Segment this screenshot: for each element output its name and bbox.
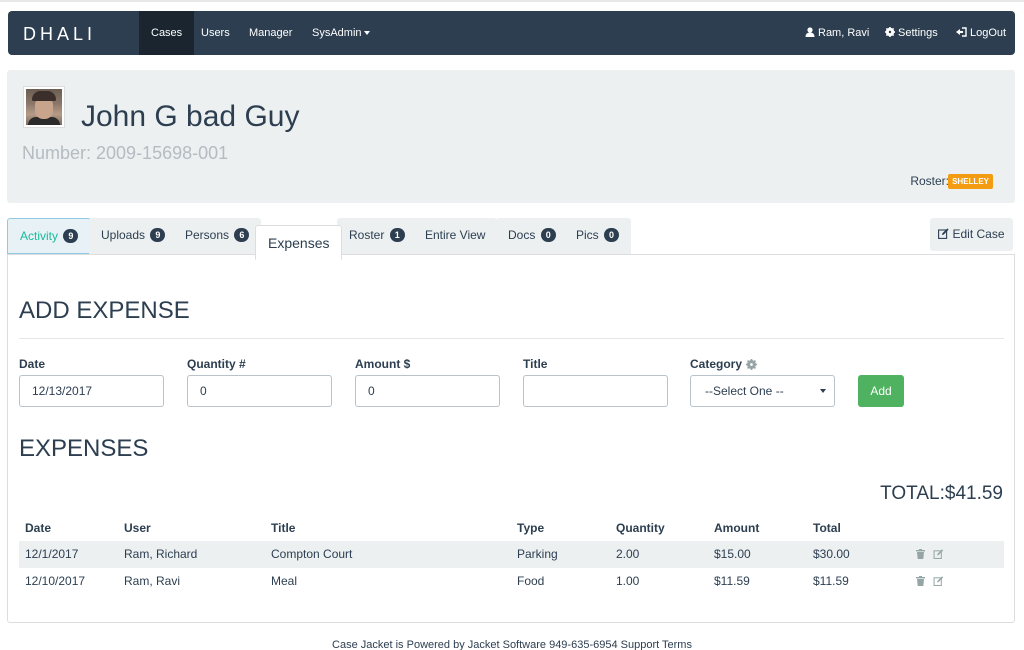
row-date: 12/1/2017: [25, 547, 79, 561]
tab-docs-badge: 0: [540, 228, 556, 242]
trash-icon[interactable]: [916, 549, 925, 559]
amount-label: Amount $: [355, 357, 411, 371]
nav-logout-label: LogOut: [970, 27, 1007, 39]
chevron-down-icon: [363, 31, 370, 36]
edit-icon[interactable]: [933, 549, 944, 559]
row-quantity: 2.00: [616, 547, 640, 561]
trash-icon[interactable]: [916, 576, 925, 586]
row-amount: $11.59: [714, 574, 750, 588]
col-quantity[interactable]: Quantity: [616, 521, 665, 535]
top-border: [0, 0, 1024, 2]
nav-manager[interactable]: Manager: [237, 11, 304, 55]
tab-pics[interactable]: Pics 0: [564, 218, 632, 254]
col-date[interactable]: Date: [25, 521, 51, 535]
tab-activity[interactable]: Activity 9: [7, 218, 92, 254]
category-label: Category: [690, 357, 758, 371]
brand-logo[interactable]: DHALI: [23, 24, 96, 45]
divider: [19, 338, 1004, 339]
nav-user[interactable]: Ram, Ravi: [805, 11, 869, 55]
tab-pics-label: Pics: [576, 228, 599, 242]
col-amount[interactable]: Amount: [714, 521, 759, 535]
edit-icon: [938, 228, 950, 239]
gear-icon[interactable]: [746, 359, 758, 370]
nav-sysadmin-label: SysAdmin: [312, 27, 362, 39]
roster-badge: SHELLEY: [948, 174, 993, 189]
tab-uploads[interactable]: Uploads 9: [89, 218, 178, 254]
row-title: Compton Court: [271, 547, 353, 561]
category-select[interactable]: --Select One --: [690, 375, 835, 407]
tab-persons[interactable]: Persons 6: [173, 218, 262, 254]
nav-sysadmin[interactable]: SysAdmin: [300, 11, 382, 55]
chevron-down-icon: [820, 389, 826, 393]
gear-icon: [885, 27, 895, 37]
add-button[interactable]: Add: [858, 375, 904, 407]
user-icon: [805, 27, 815, 37]
category-select-value: --Select One --: [705, 384, 784, 398]
title-input[interactable]: [523, 375, 668, 407]
tab-expenses[interactable]: Expenses: [255, 225, 343, 260]
row-type: Food: [517, 574, 545, 588]
edit-case-label: Edit Case: [952, 227, 1005, 241]
tab-activity-badge: 9: [63, 229, 79, 243]
tab-persons-label: Persons: [185, 228, 230, 242]
nav-users[interactable]: Users: [189, 11, 242, 55]
row-amount: $15.00: [714, 547, 751, 561]
col-total[interactable]: Total: [813, 521, 841, 535]
tab-pics-badge: 0: [604, 228, 620, 242]
tab-uploads-badge: 9: [150, 228, 166, 242]
avatar: [23, 86, 65, 128]
add-expense-heading: ADD EXPENSE: [19, 297, 190, 324]
edit-icon[interactable]: [933, 576, 944, 586]
date-input[interactable]: [19, 375, 164, 407]
tab-persons-badge: 6: [234, 228, 250, 242]
tab-docs[interactable]: Docs 0: [496, 218, 568, 254]
nav-user-label: Ram, Ravi: [818, 27, 870, 39]
logout-icon: [956, 27, 967, 37]
person-photo: [26, 89, 62, 125]
footer-text: Case Jacket is Powered by Jacket Softwar…: [332, 639, 692, 650]
nav-cases[interactable]: Cases: [139, 11, 195, 55]
row-type: Parking: [517, 547, 558, 561]
row-total: $11.59: [813, 574, 849, 588]
col-title[interactable]: Title: [271, 521, 295, 535]
top-navbar: DHALI Cases Users Manager SysAdmin Ram, …: [8, 11, 1015, 55]
row-total: $30.00: [813, 547, 850, 561]
tab-activity-label: Activity: [20, 229, 59, 243]
tab-docs-label: Docs: [508, 228, 536, 242]
tab-entire-view[interactable]: Entire View: [413, 218, 498, 254]
nav-logout[interactable]: LogOut: [956, 11, 1006, 55]
case-header: John G bad Guy Number: 2009-15698-001 Ro…: [7, 70, 1015, 203]
quantity-input[interactable]: [187, 375, 332, 407]
row-title: Meal: [271, 574, 298, 588]
quantity-label: Quantity #: [187, 357, 246, 371]
col-user[interactable]: User: [124, 521, 151, 535]
expenses-total: TOTAL:$41.59: [880, 483, 1003, 504]
table-row: 12/1/2017 Ram, Richard Compton Court Par…: [19, 541, 1004, 568]
case-number: Number: 2009-15698-001: [22, 143, 229, 163]
expenses-heading: EXPENSES: [19, 435, 149, 462]
tab-uploads-label: Uploads: [101, 228, 146, 242]
table-row: 12/10/2017 Ram, Ravi Meal Food 1.00 $11.…: [19, 568, 1004, 595]
page-title: John G bad Guy: [81, 100, 300, 133]
category-label-text: Category: [690, 357, 743, 371]
nav-settings[interactable]: Settings: [885, 11, 938, 55]
amount-input[interactable]: [355, 375, 500, 407]
tab-roster[interactable]: Roster 1: [337, 218, 417, 254]
tab-roster-badge: 1: [389, 228, 405, 242]
expenses-panel: ADD EXPENSE Date Quantity # Amount $ Tit…: [7, 254, 1015, 623]
title-label: Title: [523, 357, 548, 371]
date-label: Date: [19, 357, 46, 371]
row-user: Ram, Ravi: [124, 574, 181, 588]
row-date: 12/10/2017: [25, 574, 86, 588]
nav-settings-label: Settings: [898, 27, 938, 39]
tab-roster-label: Roster: [349, 228, 385, 242]
edit-case-button[interactable]: Edit Case: [930, 218, 1013, 251]
row-user: Ram, Richard: [124, 547, 198, 561]
row-quantity: 1.00: [616, 574, 640, 588]
roster-label: Roster:: [910, 174, 949, 188]
col-type[interactable]: Type: [517, 521, 544, 535]
